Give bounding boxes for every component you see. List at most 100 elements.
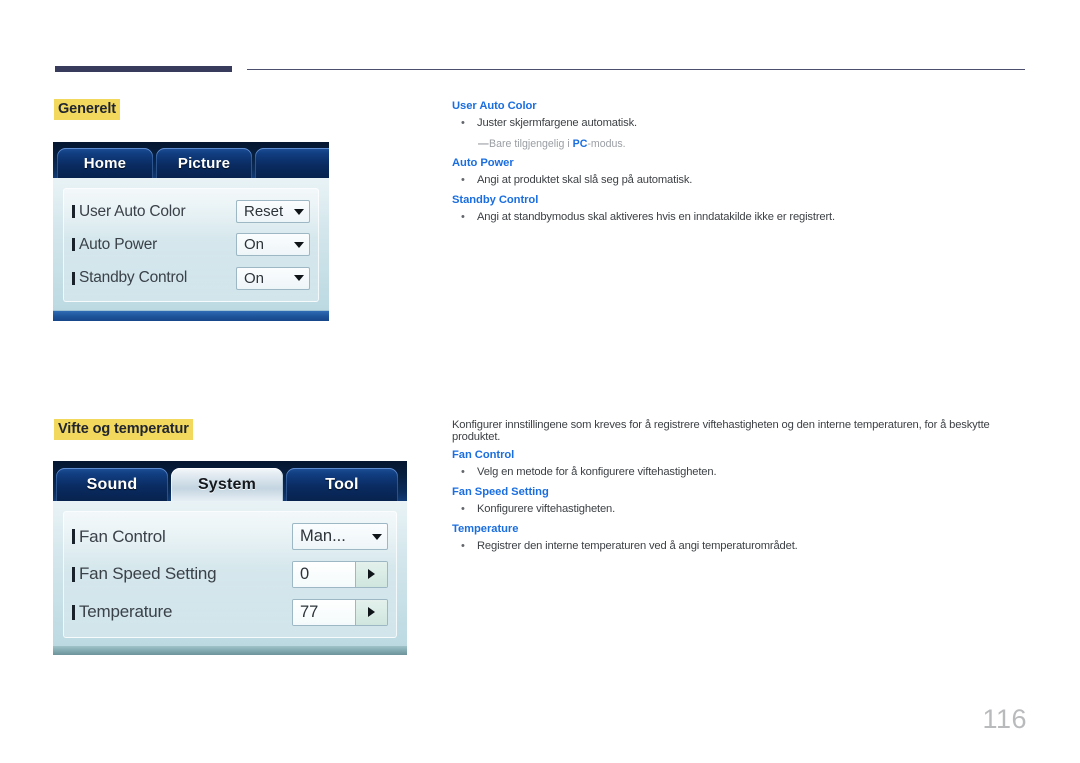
- osd-row-temperature: Temperature 77: [72, 598, 388, 626]
- bullet-dot-icon: •: [461, 466, 465, 478]
- tab-partial-next[interactable]: [255, 148, 329, 178]
- chevron-right-icon: [368, 569, 375, 580]
- tab-picture[interactable]: Picture: [156, 148, 252, 178]
- desc-bullet-text: Angi at produktet skal slå seg på automa…: [477, 174, 693, 186]
- stepper-next-button[interactable]: [355, 561, 387, 587]
- note-post: -modus.: [587, 138, 626, 150]
- osd-label-fan-control: Fan Control: [72, 527, 166, 547]
- tab-tool[interactable]: Tool: [286, 468, 398, 501]
- description-column-general: User Auto Color • Juster skjermfargene a…: [452, 100, 1032, 231]
- desc-bullet-fan-speed-setting: • Konfigurere viftehastigheten.: [452, 502, 1030, 517]
- note-bold: PC: [572, 138, 588, 150]
- desc-heading-fan-control: Fan Control: [452, 449, 515, 461]
- osd-label-text: Standby Control: [79, 269, 188, 287]
- chevron-down-icon: [294, 241, 304, 248]
- stepper-temperature[interactable]: 77: [292, 598, 388, 626]
- osd-label-standby-control: Standby Control: [72, 269, 187, 287]
- desc-heading-auto-power: Auto Power: [452, 157, 514, 169]
- stepper-next-button[interactable]: [355, 599, 387, 625]
- desc-note-text: Bare tilgjengelig i PC-modus.: [489, 137, 626, 151]
- osd-label-text: Auto Power: [79, 235, 158, 253]
- stepper-value: 77: [293, 599, 355, 625]
- tab-picture-label: Picture: [177, 154, 231, 172]
- chevron-right-icon: [368, 607, 375, 618]
- dropdown-value: On: [244, 269, 265, 287]
- osd-tabbar-system: Sound System Tool: [53, 461, 407, 501]
- note-pre: Bare tilgjengelig i: [489, 138, 573, 150]
- tab-tool-label: Tool: [325, 475, 359, 493]
- bar-marker-icon: [72, 238, 75, 252]
- desc-bullet-text: Angi at standbymodus skal aktiveres hvis…: [477, 211, 835, 223]
- chevron-down-icon: [294, 208, 304, 215]
- desc-bullet-fan-control: • Velg en metode for å konfigurere vifte…: [452, 465, 1030, 480]
- bullet-dot-icon: •: [461, 540, 465, 552]
- osd-inner-general: User Auto Color Reset Auto Power On Stan…: [63, 188, 319, 302]
- osd-row-fan-speed-setting: Fan Speed Setting 0: [72, 560, 388, 588]
- osd-menu-system: Sound System Tool Fan Control Man... Fan…: [53, 461, 407, 658]
- osd-body-general: User Auto Color Reset Auto Power On Stan…: [53, 178, 329, 310]
- desc-bullet-auto-power: • Angi at produktet skal slå seg på auto…: [452, 173, 1032, 188]
- osd-label-text: Fan Speed Setting: [79, 564, 217, 584]
- stepper-fan-speed-setting[interactable]: 0: [292, 560, 388, 588]
- osd-label-text: User Auto Color: [79, 202, 186, 220]
- dropdown-value: On: [244, 236, 265, 254]
- tab-sound[interactable]: Sound: [56, 468, 168, 501]
- dropdown-standby-control[interactable]: On: [236, 266, 310, 290]
- desc-bullet-temperature: • Registrer den interne temperaturen ved…: [452, 539, 1030, 554]
- bullet-dot-icon: •: [461, 117, 465, 129]
- dropdown-user-auto-color[interactable]: Reset: [236, 200, 310, 224]
- tab-home[interactable]: Home: [57, 148, 153, 178]
- desc-bullet-text: Konfigurere viftehastigheten.: [477, 503, 616, 515]
- tab-system-label: System: [197, 475, 257, 493]
- osd-row-auto-power: Auto Power On: [72, 233, 310, 257]
- section-title-vifte-og-temperatur: Vifte og temperatur: [54, 419, 193, 440]
- desc-bullet-standby-control: • Angi at standbymodus skal aktiveres hv…: [452, 210, 1032, 225]
- osd-body-system: Fan Control Man... Fan Speed Setting 0 T…: [53, 501, 407, 646]
- osd-footer-bar: [53, 646, 407, 655]
- osd-row-user-auto-color: User Auto Color Reset: [72, 200, 310, 224]
- osd-footer-bar: [53, 310, 329, 321]
- osd-row-standby-control: Standby Control On: [72, 266, 310, 290]
- bar-marker-icon: [72, 529, 75, 545]
- desc-bullet-text: Juster skjermfargene automatisk.: [477, 117, 637, 129]
- dropdown-auto-power[interactable]: On: [236, 233, 310, 257]
- dropdown-fan-control[interactable]: Man...: [292, 523, 388, 551]
- dash-icon: —: [478, 138, 489, 150]
- osd-label-user-auto-color: User Auto Color: [72, 202, 186, 221]
- bullet-dot-icon: •: [461, 211, 465, 223]
- desc-heading-temperature: Temperature: [452, 523, 519, 535]
- bar-marker-icon: [72, 566, 75, 582]
- osd-label-text: Temperature: [79, 602, 173, 622]
- dropdown-value: Man...: [300, 527, 346, 546]
- header-rule-thick: [55, 66, 232, 72]
- desc-heading-standby-control: Standby Control: [452, 194, 539, 206]
- desc-heading-fan-speed-setting: Fan Speed Setting: [452, 486, 549, 498]
- tab-system[interactable]: System: [171, 468, 283, 501]
- bar-marker-icon: [72, 604, 75, 620]
- bullet-dot-icon: •: [461, 174, 465, 186]
- bullet-dot-icon: •: [461, 503, 465, 515]
- osd-label-auto-power: Auto Power: [72, 236, 157, 254]
- tab-home-label: Home: [83, 154, 127, 172]
- osd-inner-system: Fan Control Man... Fan Speed Setting 0 T…: [63, 511, 397, 638]
- section-title-generelt: Generelt: [54, 99, 121, 120]
- chevron-down-icon: [294, 275, 304, 282]
- bar-marker-icon: [72, 205, 75, 219]
- osd-label-text: Fan Control: [79, 526, 166, 546]
- chevron-down-icon: [372, 533, 382, 540]
- header-rule-thin: [247, 69, 1025, 71]
- stepper-value: 0: [293, 561, 355, 587]
- desc-bullet-text: Velg en metode for å konfigurere vifteha…: [477, 466, 717, 478]
- desc-note-pc-mode: — Bare tilgjengelig i PC-modus.: [452, 137, 1032, 151]
- desc-heading-user-auto-color: User Auto Color: [452, 100, 537, 112]
- tab-sound-label: Sound: [86, 475, 138, 493]
- bar-marker-icon: [72, 271, 75, 285]
- osd-label-temperature: Temperature: [72, 602, 172, 622]
- description-column-system: Konfigurer innstillingene som kreves for…: [452, 419, 1030, 560]
- osd-menu-general: Home Picture User Auto Color Reset Auto …: [53, 142, 329, 322]
- dropdown-value: Reset: [244, 203, 284, 221]
- desc-bullet-text: Registrer den interne temperaturen ved å…: [477, 540, 798, 552]
- desc-bullet-user-auto-color: • Juster skjermfargene automatisk.: [452, 116, 1032, 131]
- osd-row-fan-control: Fan Control Man...: [72, 523, 388, 551]
- page-number: 116: [982, 704, 1027, 734]
